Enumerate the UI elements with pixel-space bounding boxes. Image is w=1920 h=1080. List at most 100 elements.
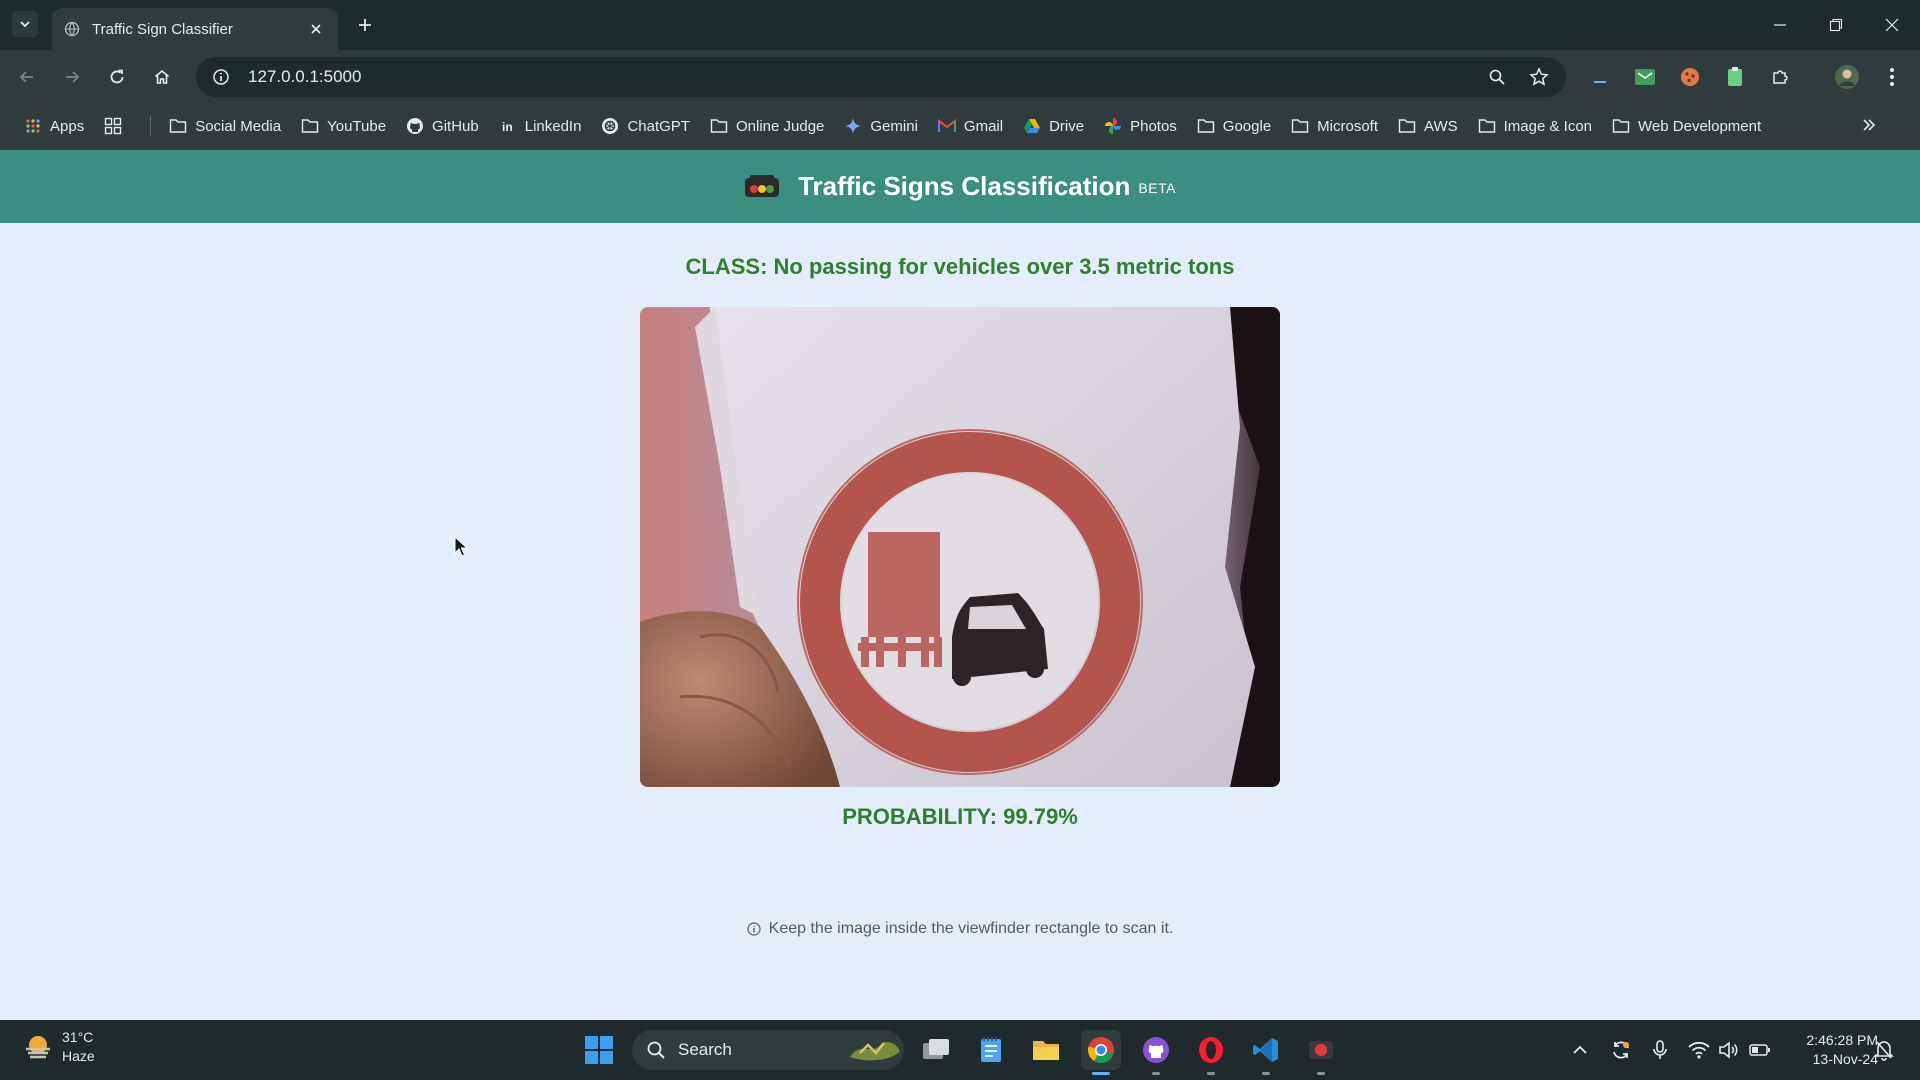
bookmark-label: ChatGPT [627, 117, 690, 135]
bookmark-social-media[interactable]: Social Media [169, 117, 281, 135]
tray-wifi-icon[interactable] [1685, 1034, 1713, 1066]
bookmarks-overflow-button[interactable] [1860, 116, 1880, 136]
browser-toolbar: 127.0.0.1:5000 [0, 50, 1920, 102]
github-desktop-icon [1143, 1037, 1169, 1063]
folder-icon [301, 117, 319, 135]
bookmark-label: Social Media [195, 117, 282, 135]
bookmark-label: Apps [50, 117, 85, 135]
browser-menu-icon[interactable] [1877, 62, 1907, 92]
profile-avatar[interactable] [1832, 62, 1862, 92]
home-button[interactable] [147, 62, 177, 92]
bookmark-drive[interactable]: Drive [1023, 117, 1084, 135]
bookmark-microsoft[interactable]: Microsoft [1291, 117, 1378, 135]
taskbar-screen-recorder[interactable] [1301, 1030, 1341, 1075]
restore-icon [1829, 18, 1843, 32]
bookmark-label: Google [1222, 117, 1272, 135]
folder-icon [1612, 117, 1630, 135]
bookmark-gemini[interactable]: Gemini [844, 117, 918, 135]
bookmark-image-icon[interactable]: Image & Icon [1478, 117, 1592, 135]
forward-button[interactable] [57, 62, 87, 92]
back-button[interactable] [12, 62, 42, 92]
taskbar-clock[interactable]: 2:46:28 PM 13-Nov-24 [1806, 1031, 1878, 1069]
taskbar-file-explorer[interactable] [1026, 1030, 1066, 1070]
gemini-icon [844, 117, 862, 135]
mouse-cursor-icon [454, 536, 468, 557]
close-icon [1885, 18, 1899, 32]
bookmark-label: Gemini [870, 117, 918, 135]
task-view-icon [923, 1039, 949, 1059]
haze-sun-icon [26, 1036, 50, 1059]
bookmark-apps[interactable]: Apps [24, 117, 84, 135]
taskbar-task-view[interactable] [916, 1030, 956, 1070]
clock-date: 13-Nov-24 [1812, 1051, 1878, 1067]
restore-button[interactable] [1808, 0, 1864, 50]
taskbar-search-box[interactable]: Search [632, 1030, 904, 1070]
reload-icon [110, 69, 124, 84]
bookmark-youtube[interactable]: YouTube [301, 117, 386, 135]
tray-battery-icon[interactable] [1746, 1034, 1774, 1066]
chrome-icon [1088, 1037, 1114, 1064]
browser-tab[interactable]: Traffic Sign Classifier [52, 8, 338, 50]
minimize-button[interactable] [1752, 0, 1808, 50]
taskbar-github-desktop[interactable] [1136, 1030, 1176, 1075]
bookmark-star-icon[interactable] [1524, 62, 1554, 92]
running-indicator [1262, 1072, 1270, 1075]
address-bar[interactable]: 127.0.0.1:5000 [196, 57, 1566, 97]
globe-icon [64, 21, 80, 37]
gmail-icon [937, 117, 956, 135]
apps-grid-icon [24, 117, 42, 135]
taskbar-opera[interactable] [1191, 1030, 1231, 1075]
windows-start-icon[interactable] [584, 1035, 614, 1065]
folder-icon [1398, 117, 1416, 135]
bookmark-label: GitHub [432, 117, 479, 135]
bookmark-github[interactable]: GitHub [406, 117, 479, 135]
extension-minimize-icon[interactable] [1585, 62, 1615, 92]
bookmark-label: Drive [1049, 117, 1085, 135]
running-indicator [1317, 1072, 1325, 1075]
weather-temperature: 31°C [62, 1029, 94, 1045]
scan-hint: Keep the image inside the viewfinder rec… [0, 920, 1920, 938]
folder-icon [1197, 117, 1215, 135]
arrow-right-icon [66, 71, 80, 83]
tray-microphone-icon[interactable] [1646, 1034, 1674, 1066]
tab-search-button[interactable] [12, 11, 38, 37]
weather-widget[interactable]: 31°C Haze [22, 1028, 95, 1066]
zoom-icon[interactable] [1482, 62, 1512, 92]
extension-cookie-icon[interactable] [1675, 62, 1705, 92]
search-icon [647, 1041, 665, 1059]
info-icon [747, 922, 761, 936]
bookmark-tab-groups[interactable] [104, 117, 130, 135]
tray-sync-icon[interactable] [1607, 1034, 1635, 1066]
extension-clipboard-icon[interactable] [1720, 62, 1750, 92]
bookmark-online-judge[interactable]: Online Judge [710, 117, 824, 135]
site-info-icon[interactable] [210, 66, 232, 88]
reload-button[interactable] [102, 62, 132, 92]
tray-volume-icon[interactable] [1715, 1034, 1743, 1066]
bookmark-chatgpt[interactable]: ChatGPT [601, 117, 690, 135]
new-tab-button[interactable] [352, 12, 378, 38]
close-window-button[interactable] [1864, 0, 1920, 50]
taskbar-vscode[interactable] [1246, 1030, 1286, 1075]
bookmark-photos[interactable]: Photos [1104, 117, 1177, 135]
running-indicator [1152, 1072, 1160, 1075]
beta-badge: BETA [1138, 179, 1176, 196]
bookmark-aws[interactable]: AWS [1398, 117, 1458, 135]
bookmark-label: AWS [1424, 117, 1458, 135]
bookmark-linkedin[interactable]: in LinkedIn [499, 117, 581, 135]
bookmark-google[interactable]: Google [1197, 117, 1271, 135]
bookmarks-bar: Apps Social Media YouTube GitHub in Link… [0, 102, 1920, 150]
bookmark-label: Web Development [1638, 117, 1762, 135]
windows-taskbar: 31°C Haze Search 2:46:28 PM 13-Nov-24 [0, 1020, 1920, 1080]
bookmark-web-development[interactable]: Web Development [1612, 117, 1761, 135]
taskbar-notepad[interactable] [971, 1030, 1011, 1070]
web-page: Traffic Signs Classification BETA CLASS:… [0, 150, 1920, 1020]
bookmark-gmail[interactable]: Gmail [937, 117, 1003, 135]
tab-close-button[interactable] [306, 19, 326, 39]
extension-mail-icon[interactable] [1630, 62, 1660, 92]
extensions-puzzle-icon[interactable] [1765, 62, 1795, 92]
tray-overflow-chevron-icon[interactable] [1566, 1034, 1594, 1066]
tray-notifications-icon[interactable] [1870, 1034, 1898, 1066]
taskbar-search-label: Search [678, 1040, 732, 1059]
drive-icon [1023, 117, 1041, 135]
taskbar-chrome[interactable] [1081, 1030, 1121, 1075]
